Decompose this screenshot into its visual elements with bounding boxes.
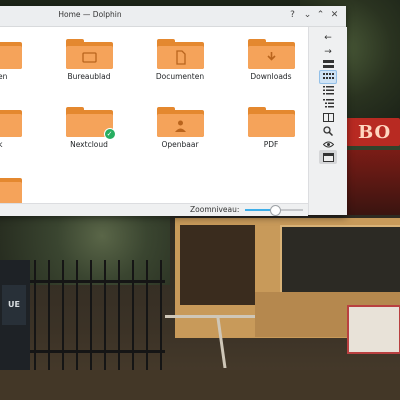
split-view-icon[interactable] bbox=[319, 110, 337, 124]
wallpaper-kiosk-window bbox=[280, 225, 400, 294]
icons-view-icon[interactable] bbox=[319, 57, 337, 71]
folder-item[interactable]: ek bbox=[0, 107, 43, 149]
status-bar: Zoomniveau: bbox=[0, 203, 308, 216]
compact-view-icon[interactable] bbox=[319, 70, 337, 84]
desktop-emblem-icon bbox=[81, 50, 98, 65]
folder-item[interactable]: Openbaar bbox=[135, 107, 225, 149]
terminal-icon[interactable] bbox=[319, 150, 337, 164]
folder-label: Downloads bbox=[250, 72, 292, 81]
wallpaper-table bbox=[165, 315, 255, 318]
wallpaper-ground bbox=[0, 370, 400, 400]
folder-item[interactable]: Bureaublad bbox=[44, 39, 134, 81]
folder-item[interactable]: PDF bbox=[226, 107, 316, 149]
zoom-slider-handle[interactable] bbox=[269, 205, 281, 216]
main-toolbar: ← → bbox=[308, 27, 347, 215]
close-icon[interactable]: ✕ bbox=[329, 10, 340, 21]
details-view-icon[interactable] bbox=[319, 83, 337, 97]
help-icon[interactable]: ? bbox=[287, 10, 298, 21]
zoom-slider[interactable] bbox=[245, 205, 303, 216]
search-icon[interactable] bbox=[319, 124, 337, 138]
folder-label: Openbaar bbox=[161, 140, 199, 149]
folder-icon bbox=[0, 39, 22, 69]
wallpaper-kiosk-front bbox=[180, 225, 255, 305]
downloads-emblem-icon bbox=[263, 50, 280, 65]
folder-item[interactable]: ✓ Nextcloud bbox=[44, 107, 134, 149]
folder-nextcloud-icon: ✓ bbox=[65, 107, 116, 140]
folder-desktop-icon bbox=[65, 39, 113, 69]
folder-icon bbox=[0, 107, 22, 137]
folder-label: PDF bbox=[263, 140, 279, 149]
back-icon[interactable]: ← bbox=[319, 31, 337, 45]
folder-label: ek bbox=[0, 140, 3, 149]
folder-label: ngen bbox=[0, 72, 8, 81]
documents-emblem-icon bbox=[172, 50, 189, 65]
folder-label: Documenten bbox=[155, 72, 205, 81]
folder-label: Nextcloud bbox=[70, 140, 108, 149]
wallpaper-ice-cream-fridge bbox=[347, 305, 400, 354]
window-titlebar[interactable]: Home — Dolphin ? ⌄ ⌃ ✕ bbox=[0, 6, 346, 27]
wallpaper-awning bbox=[346, 150, 400, 215]
folder-downloads-icon bbox=[247, 39, 295, 69]
folder-item[interactable]: ngen bbox=[0, 39, 43, 81]
folder-public-icon bbox=[156, 107, 204, 137]
tree-view-icon[interactable] bbox=[319, 96, 337, 110]
zoom-label: Zoomniveau: bbox=[190, 205, 240, 214]
sync-check-icon: ✓ bbox=[103, 128, 116, 140]
public-emblem-icon bbox=[172, 118, 189, 133]
minimize-icon[interactable]: ⌄ bbox=[302, 10, 313, 21]
maximize-icon[interactable]: ⌃ bbox=[315, 10, 326, 21]
file-view[interactable]: ngen Bureaublad Documenten Downloads ek ✓Next… bbox=[0, 27, 308, 217]
window-title: Home — Dolphin bbox=[58, 10, 122, 19]
folder-item[interactable]: Downloads bbox=[226, 39, 316, 81]
folder-icon bbox=[0, 175, 22, 205]
folder-label: Bureaublad bbox=[67, 72, 111, 81]
dolphin-window: Home — Dolphin ? ⌄ ⌃ ✕ ngen Bureaublad Doc… bbox=[0, 6, 347, 217]
folder-documents-icon bbox=[156, 39, 204, 69]
preview-icon[interactable] bbox=[319, 137, 337, 151]
wallpaper-sign-text: BO bbox=[358, 122, 392, 143]
wallpaper-post-sign: UE bbox=[2, 285, 26, 325]
folder-item[interactable]: Documenten bbox=[135, 39, 225, 81]
folder-icon bbox=[247, 107, 295, 137]
